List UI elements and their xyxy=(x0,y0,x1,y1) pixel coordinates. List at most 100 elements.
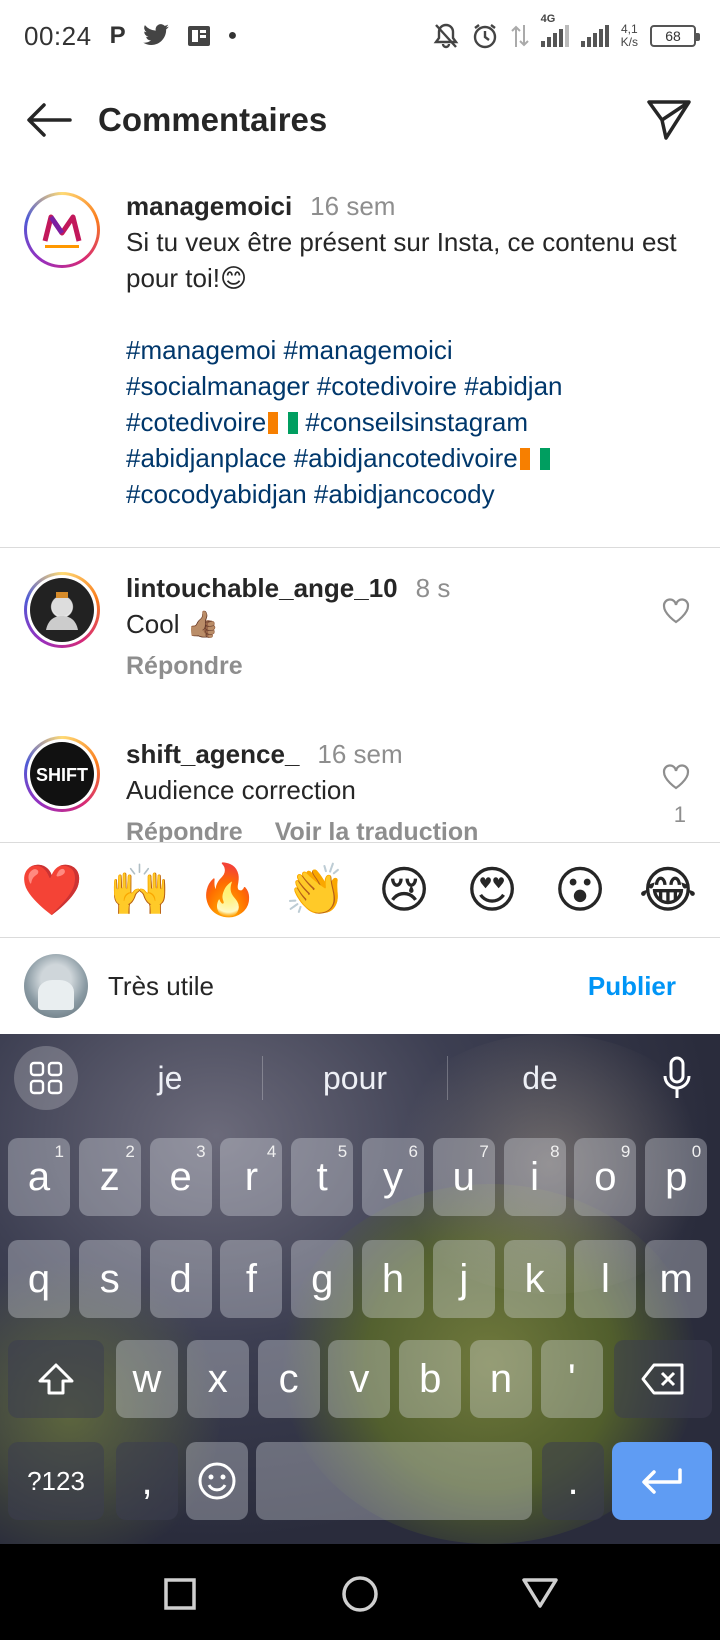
like-heart-icon[interactable] xyxy=(662,598,690,624)
dot-icon: ● xyxy=(227,27,238,44)
emoji-heart[interactable]: ❤️ xyxy=(17,860,87,920)
shift-key[interactable] xyxy=(8,1340,104,1418)
emoji-crying[interactable]: 😢 xyxy=(369,860,439,920)
key-hint-y: 6 xyxy=(408,1142,418,1161)
key-i[interactable]: i8 xyxy=(503,1138,566,1216)
emoji-surprised[interactable]: 😮 xyxy=(545,860,615,920)
emoji-raised-hands[interactable]: 🙌 xyxy=(105,860,175,920)
comment-item: lintouchable_ange_10 8 s Cool 👍🏽 Répondre xyxy=(0,570,720,710)
comment-username[interactable]: lintouchable_ange_10 xyxy=(126,573,398,603)
key-apostrophe-label: ' xyxy=(567,1356,576,1401)
key-hint-e: 3 xyxy=(196,1142,206,1161)
emoji-key[interactable] xyxy=(186,1442,248,1520)
home-circle-icon[interactable] xyxy=(338,1574,382,1618)
key-j[interactable]: j xyxy=(432,1240,495,1318)
comment-input[interactable]: Très utile xyxy=(108,971,588,1002)
send-direct-icon[interactable] xyxy=(646,98,692,142)
smiley-icon xyxy=(198,1462,236,1500)
space-key[interactable] xyxy=(256,1442,532,1520)
key-r[interactable]: r4 xyxy=(220,1138,283,1216)
emoji-fire[interactable]: 🔥 xyxy=(193,860,263,920)
key-a[interactable]: a1 xyxy=(8,1138,70,1216)
ivory-coast-flag-icon xyxy=(268,407,299,434)
key-p[interactable]: p0 xyxy=(645,1138,708,1216)
suggestion-3[interactable]: de xyxy=(448,1060,632,1097)
speed-unit: K/s xyxy=(620,35,638,49)
network-speed: 4,1 K/s xyxy=(621,23,638,49)
key-h[interactable]: h xyxy=(362,1240,424,1318)
microphone-icon[interactable] xyxy=(662,1056,692,1100)
suggestion-1[interactable]: je xyxy=(78,1060,262,1097)
key-c[interactable]: c xyxy=(257,1340,320,1418)
symbols-key[interactable]: ?123 xyxy=(8,1442,104,1520)
key-z[interactable]: z2 xyxy=(78,1138,141,1216)
twitter-icon xyxy=(142,24,169,45)
hashtag-cotedivoire[interactable]: #cotedivoire xyxy=(126,407,266,437)
soft-keyboard: je pour de a1z2e3r4t5y6u7i8o9p0 qsdfghjkl… xyxy=(0,1034,720,1544)
key-u[interactable]: u7 xyxy=(432,1138,495,1216)
recents-square-icon[interactable] xyxy=(160,1574,200,1614)
key-s[interactable]: s xyxy=(78,1240,141,1318)
key-v[interactable]: v xyxy=(328,1340,391,1418)
keyboard-menu-grid-icon[interactable] xyxy=(14,1046,78,1110)
key-d[interactable]: d xyxy=(149,1240,212,1318)
emoji-heart-eyes[interactable]: 😍 xyxy=(457,860,527,920)
signal-icon-2 xyxy=(580,25,609,47)
key-t[interactable]: t5 xyxy=(291,1138,354,1216)
publish-button[interactable]: Publier xyxy=(588,971,676,1002)
backspace-key[interactable] xyxy=(614,1340,712,1418)
key-g[interactable]: g xyxy=(291,1240,354,1318)
key-f[interactable]: f xyxy=(220,1240,283,1318)
caption-hashtags-line-4[interactable]: #abidjanplace #abidjancotedivoire xyxy=(126,440,686,476)
caption-avatar[interactable] xyxy=(24,192,100,268)
emoji-clap[interactable]: 👏 xyxy=(281,860,351,920)
key-w[interactable]: w xyxy=(116,1340,178,1418)
comma-key[interactable]: , xyxy=(116,1442,178,1520)
key-k[interactable]: k xyxy=(503,1240,566,1318)
caption-hashtags-line-1[interactable]: #managemoi #managemoici xyxy=(126,332,686,368)
key-q[interactable]: q xyxy=(8,1240,70,1318)
emoji-laughing[interactable]: 😂 xyxy=(633,860,703,920)
see-translation-button[interactable]: Voir la traduction xyxy=(275,818,479,842)
key-m[interactable]: m xyxy=(645,1240,708,1318)
status-bar: 00:24 P ● 4G 4,1 K/s 68 xyxy=(0,0,720,72)
notification-icons: P ● xyxy=(110,22,238,50)
key-b[interactable]: b xyxy=(399,1340,462,1418)
key-l-label: l xyxy=(600,1256,610,1301)
caption-hashtags-line-3[interactable]: #cotedivoire #conseilsinstagram xyxy=(126,404,686,440)
hashtag-line-4-text[interactable]: #abidjanplace #abidjancotedivoire xyxy=(126,443,518,473)
header: Commentaires xyxy=(0,80,720,160)
key-o-label: o xyxy=(594,1154,617,1199)
suggestion-2[interactable]: pour xyxy=(263,1060,447,1097)
enter-key[interactable] xyxy=(612,1442,712,1520)
caption-hashtags-line-2[interactable]: #socialmanager #cotedivoire #abidjan xyxy=(126,368,686,404)
key-l[interactable]: l xyxy=(574,1240,637,1318)
comment-avatar[interactable] xyxy=(24,572,100,648)
caption-hashtags-line-5[interactable]: #cocodyabidjan #abidjancocody xyxy=(126,476,686,512)
key-b-label: b xyxy=(419,1356,442,1401)
key-e[interactable]: e3 xyxy=(149,1138,212,1216)
system-nav-bar xyxy=(0,1544,720,1640)
key-y[interactable]: y6 xyxy=(362,1138,424,1216)
key-x[interactable]: x xyxy=(186,1340,249,1418)
key-n[interactable]: n xyxy=(470,1340,532,1418)
key-u-label: u xyxy=(452,1154,475,1199)
post-caption: managemoici 16 sem Si tu veux être présen… xyxy=(0,180,720,548)
reply-button[interactable]: Répondre xyxy=(126,818,243,842)
period-key[interactable]: . xyxy=(542,1442,604,1520)
back-triangle-icon[interactable] xyxy=(518,1574,562,1614)
key-hint-a: 1 xyxy=(54,1142,64,1161)
status-time: 00:24 xyxy=(24,20,92,51)
like-heart-icon[interactable] xyxy=(662,764,690,790)
back-arrow-icon[interactable] xyxy=(24,100,74,140)
hashtag-conseilsinstagram[interactable]: #conseilsinstagram xyxy=(298,407,528,437)
mute-bell-icon xyxy=(433,23,459,49)
comment-avatar[interactable]: SHIFT xyxy=(24,736,100,812)
caption-username[interactable]: managemoici xyxy=(126,191,292,221)
key-o[interactable]: o9 xyxy=(574,1138,637,1216)
key-hint-r: 4 xyxy=(266,1142,277,1161)
key-apostrophe[interactable]: ' xyxy=(540,1340,603,1418)
comment-username[interactable]: shift_agence_ xyxy=(126,739,299,769)
reply-button[interactable]: Répondre xyxy=(126,652,243,680)
key-g-label: g xyxy=(311,1256,334,1301)
